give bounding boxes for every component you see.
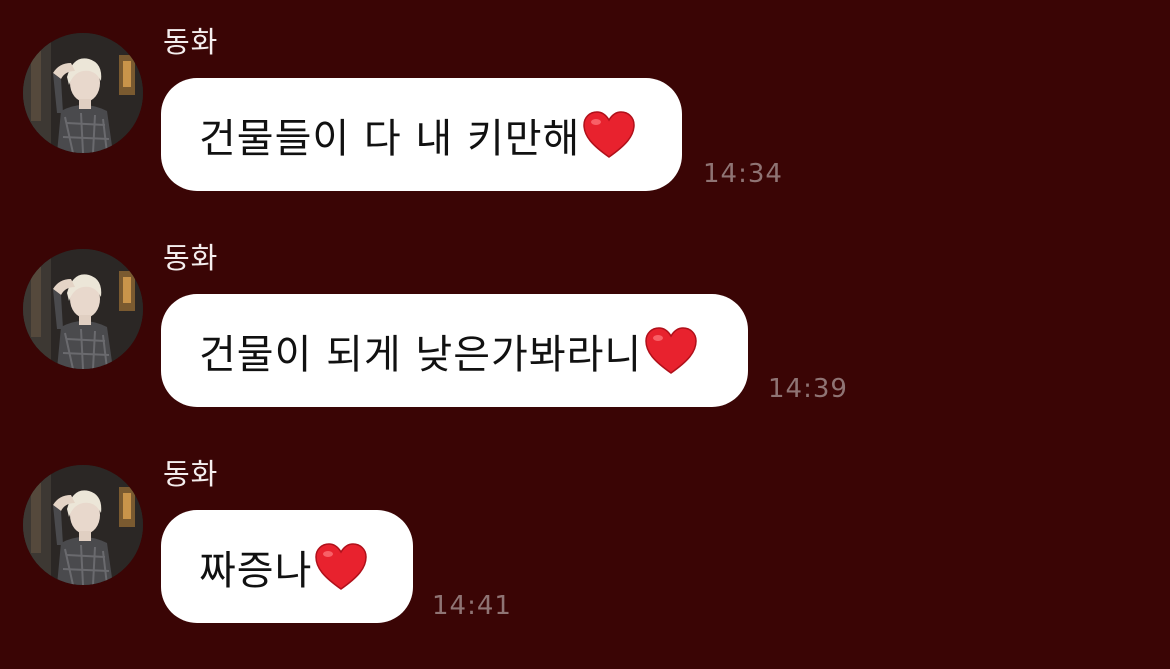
- heart-icon: [644, 326, 698, 376]
- message-row: 동화 건물들이 다 내 키만해 14:34: [0, 22, 1170, 222]
- sender-name: 동화: [163, 241, 219, 275]
- message-text: 짜증나: [199, 547, 313, 594]
- message-text: 건물들이 다 내 키만해: [199, 115, 581, 162]
- message-timestamp: 14:34: [703, 159, 783, 189]
- sender-name: 동화: [163, 457, 219, 491]
- message-bubble[interactable]: 건물들이 다 내 키만해: [161, 78, 682, 191]
- message-timestamp: 14:39: [768, 374, 848, 404]
- heart-icon: [314, 542, 368, 592]
- message-timestamp: 14:41: [432, 591, 512, 621]
- profile-photo-icon: [23, 33, 143, 153]
- sender-name: 동화: [163, 25, 219, 59]
- message-text: 건물이 되게 낮은가봐라니: [199, 331, 643, 378]
- avatar[interactable]: [23, 249, 143, 369]
- avatar[interactable]: [23, 465, 143, 585]
- chat-thread: 동화 건물들이 다 내 키만해 14:34 동화 건물이 되게 낮은가봐라니 1…: [0, 0, 1170, 669]
- profile-photo-icon: [23, 249, 143, 369]
- message-row: 동화 건물이 되게 낮은가봐라니 14:39: [0, 238, 1170, 438]
- avatar[interactable]: [23, 33, 143, 153]
- message-bubble[interactable]: 건물이 되게 낮은가봐라니: [161, 294, 748, 407]
- message-bubble[interactable]: 짜증나: [161, 510, 413, 623]
- profile-photo-icon: [23, 465, 143, 585]
- message-row: 동화 짜증나 14:41: [0, 454, 1170, 654]
- heart-icon: [582, 110, 636, 160]
